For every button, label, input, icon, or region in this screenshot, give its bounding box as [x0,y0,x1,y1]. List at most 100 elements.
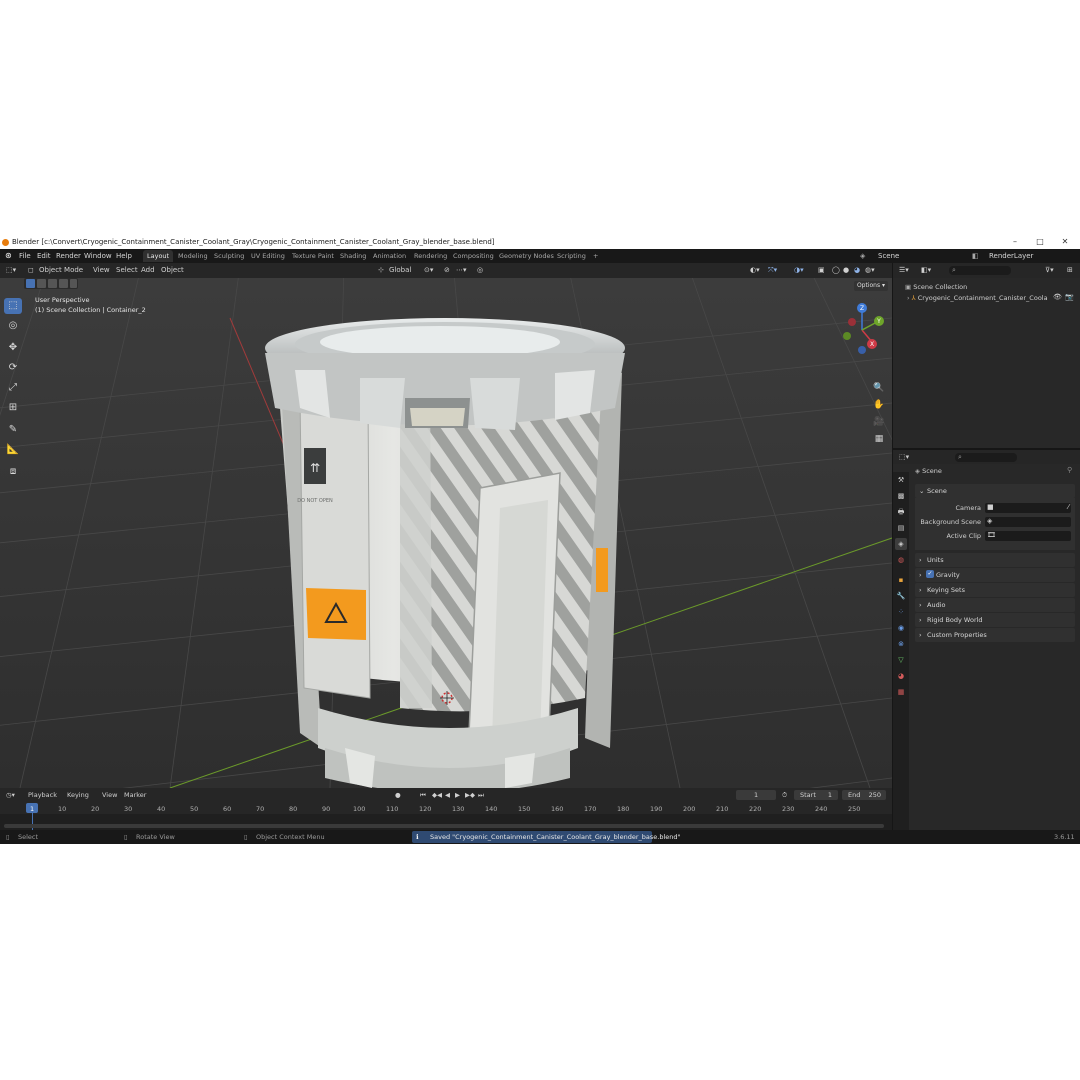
shading-wireframe-icon[interactable]: ◯ [832,266,840,274]
tool-tab-icon[interactable]: ⚒ [895,474,907,486]
menu-window[interactable]: Window [84,252,112,260]
outliner-scene-collection[interactable]: ▣ Scene Collection [905,283,967,291]
stopwatch-icon[interactable]: ⏱ [782,791,787,800]
cursor-tool-icon[interactable]: ◎ [4,318,22,334]
tab-shading[interactable]: Shading [336,250,370,262]
annotate-tool-icon[interactable]: ✎ [4,422,22,438]
tab-modeling[interactable]: Modeling [174,250,212,262]
audio-panel[interactable]: › Audio [915,598,1075,612]
tab-uv-editing[interactable]: UV Editing [247,250,289,262]
mode-selector[interactable]: Object Mode [39,266,83,274]
timeline-scrollbar[interactable] [4,824,884,828]
gravity-panel[interactable]: › ✓ Gravity [915,568,1075,582]
scene-panel-header[interactable]: ⌄ Scene [915,484,1075,498]
output-tab-icon[interactable]: 🖶 [895,506,907,518]
3d-viewport[interactable]: ⇈ DO NOT OPEN Z X Y User Perspective (1)… [0,278,892,788]
shading-rendered-icon[interactable]: ◍▾ [865,266,875,274]
snap-icon[interactable]: ⊘ [444,266,450,274]
jump-end-icon[interactable]: ⏭ [478,791,484,800]
units-panel[interactable]: › Units [915,553,1075,567]
select-new-icon[interactable] [26,279,35,288]
add-cube-tool-icon[interactable]: ⧈ [4,464,22,480]
jump-keyframe-forward-icon[interactable]: ▶◆ [465,791,475,799]
material-tab-icon[interactable]: ◕ [895,670,907,682]
ortho-grid-icon[interactable]: ▦ [872,432,886,446]
blender-menu-icon[interactable]: ⊛ [5,251,12,260]
timeline-menu-marker[interactable]: Marker [124,791,146,799]
menu-help[interactable]: Help [116,252,132,260]
overlay-toggle-icon[interactable]: ◑▾ [794,266,804,274]
camera-view-icon[interactable]: 🎥 [872,415,886,429]
tab-layout[interactable]: Layout [143,250,174,262]
maximize-button[interactable]: □ [1035,237,1045,247]
tab-sculpting[interactable]: Sculpting [210,250,248,262]
properties-editor-icon[interactable]: ⬚▾ [899,453,909,461]
outliner-editor-icon[interactable]: ☰▾ [899,266,909,274]
texture-tab-icon[interactable]: ▦ [895,686,907,698]
tab-rendering[interactable]: Rendering [410,250,451,262]
end-frame-field[interactable]: End 250 [842,790,886,800]
minimize-button[interactable]: – [1010,237,1020,247]
rigid-body-world-panel[interactable]: › Rigid Body World [915,613,1075,627]
gravity-checkbox[interactable]: ✓ [926,570,934,578]
add-workspace-button[interactable]: + [589,250,602,262]
move-tool-icon[interactable]: ✥ [4,340,22,356]
zoom-icon[interactable]: 🔍 [872,381,886,395]
active-clip-field[interactable]: 🎞 [985,531,1071,541]
scale-tool-icon[interactable]: ⤢ [4,380,22,396]
filter-icon[interactable]: ⊽▾ [1045,266,1054,274]
render-camera-icon[interactable]: 📷 [1065,293,1074,301]
timeline-editor-icon[interactable]: ◷▾ [6,791,15,799]
tab-geometry-nodes[interactable]: Geometry Nodes [495,250,558,262]
shading-material-icon[interactable]: ◕ [854,266,860,274]
orientation-selector[interactable]: Global [389,266,411,274]
pivot-icon[interactable]: ⊙▾ [424,266,433,274]
menu-render[interactable]: Render [56,252,81,260]
pan-hand-icon[interactable]: ✋ [872,398,886,412]
timeline-ruler[interactable]: 1 10 20 30 40 50 60 70 80 90 100 110 120… [0,802,892,830]
render-tab-icon[interactable]: ▩ [895,490,907,502]
record-button-icon[interactable]: ● [395,791,401,799]
view-layer-selector[interactable]: RenderLayer [989,252,1033,260]
jump-start-icon[interactable]: ⏮ [420,791,426,800]
selection-mode-group[interactable] [24,278,78,289]
jump-keyframe-back-icon[interactable]: ◆◀ [432,791,442,799]
visibility-eye-icon[interactable]: 👁 [1053,293,1062,301]
gizmo-toggle-icon[interactable]: ⤧▾ [768,266,777,275]
tab-scripting[interactable]: Scripting [553,250,590,262]
outliner-search-input[interactable]: ⌕ [949,266,1011,275]
start-frame-field[interactable]: Start 1 [794,790,838,800]
menu-file[interactable]: File [19,252,31,260]
timeline-menu-view[interactable]: View [102,791,117,799]
shading-solid-icon[interactable]: ● [843,266,849,274]
display-mode-icon[interactable]: ◧▾ [921,266,931,274]
current-frame-field[interactable]: 1 [736,790,776,800]
keying-sets-panel[interactable]: › Keying Sets [915,583,1075,597]
transform-tool-icon[interactable]: ⊞ [4,400,22,416]
close-button[interactable]: ✕ [1060,237,1070,247]
expand-arrow-icon[interactable]: › [907,294,910,302]
camera-field[interactable]: ■ ⁄ [985,503,1071,513]
snap-target-icon[interactable]: ⋯▾ [456,266,467,274]
select-subtract-icon[interactable] [48,279,57,288]
measure-tool-icon[interactable]: 📐 [4,442,22,458]
select-box-tool-icon[interactable]: ⬚ [4,298,22,314]
timeline-menu-playback[interactable]: Playback [28,791,57,799]
scene-selector[interactable]: Scene [878,252,899,260]
rotate-tool-icon[interactable]: ⟳ [4,360,22,376]
tab-animation[interactable]: Animation [369,250,410,262]
pin-icon[interactable]: ⚲ [1067,466,1072,474]
world-tab-icon[interactable]: ◍ [895,554,907,566]
tab-texture-paint[interactable]: Texture Paint [288,250,338,262]
play-reverse-icon[interactable]: ◀ [445,791,450,799]
view-layer-tab-icon[interactable]: ▤ [895,522,907,534]
object-tab-icon[interactable]: ▪ [895,574,907,586]
viewport-menu-select[interactable]: Select [116,266,138,274]
eyedropper-icon[interactable]: ⁄ [1068,503,1069,511]
data-tab-icon[interactable]: ▽ [895,654,907,666]
viewport-menu-view[interactable]: View [93,266,110,274]
menu-edit[interactable]: Edit [37,252,51,260]
background-scene-field[interactable]: ◈ [985,517,1071,527]
properties-search-input[interactable]: ⌕ [955,453,1017,462]
select-invert-icon[interactable] [59,279,68,288]
